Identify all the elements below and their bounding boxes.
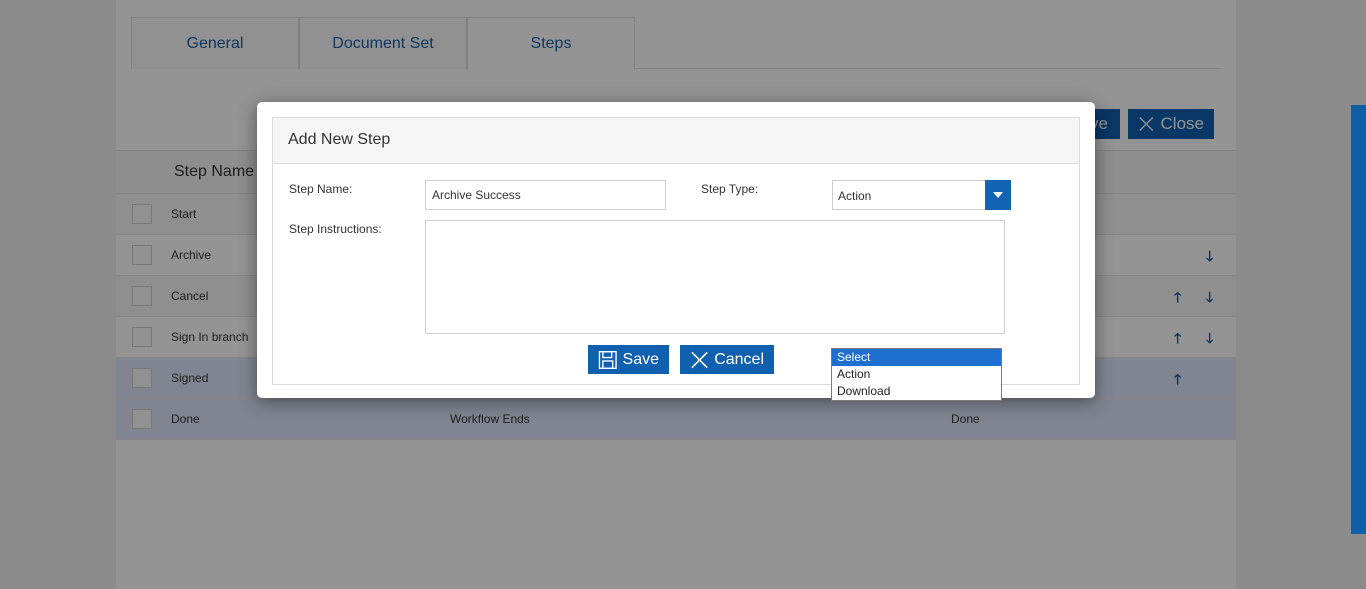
step-instructions-textarea[interactable] xyxy=(425,220,1005,334)
modal-title: Add New Step xyxy=(273,118,1079,164)
modal-cancel-button[interactable]: Cancel xyxy=(680,345,774,374)
dropdown-option-action[interactable]: Action xyxy=(832,366,1001,383)
step-type-value: Action xyxy=(838,189,872,203)
step-name-label: Step Name: xyxy=(289,182,353,196)
step-type-label: Step Type: xyxy=(701,182,759,196)
floppy-disk-icon xyxy=(598,350,617,369)
save-label: Save xyxy=(622,350,659,368)
step-type-dropdown-list: Select Action Download xyxy=(831,348,1002,401)
step-name-input[interactable] xyxy=(425,180,666,210)
side-scroll-bar xyxy=(1351,105,1366,534)
step-instructions-label: Step Instructions: xyxy=(289,222,382,236)
dropdown-option-download[interactable]: Download xyxy=(832,383,1001,400)
dropdown-option-select[interactable]: Select xyxy=(832,349,1001,366)
modal-panel: Add New Step Step Name: Step Type: Actio… xyxy=(272,117,1080,385)
chevron-down-icon[interactable] xyxy=(985,180,1011,210)
step-type-select[interactable]: Action xyxy=(832,180,1011,210)
close-icon xyxy=(691,351,708,368)
modal-save-button[interactable]: Save xyxy=(588,345,669,374)
cancel-label: Cancel xyxy=(714,350,764,368)
